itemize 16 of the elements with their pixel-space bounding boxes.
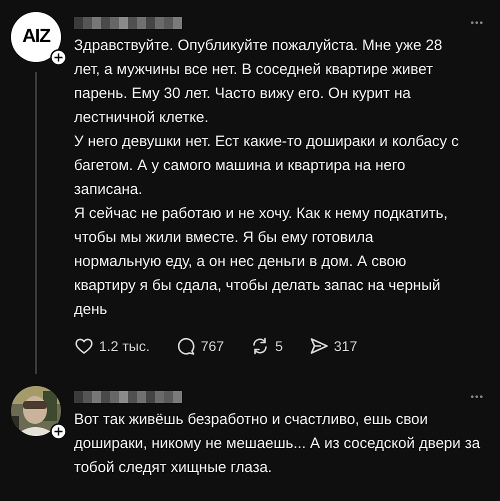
repost-button[interactable]: 5 [250, 336, 283, 356]
send-icon [308, 336, 329, 356]
more-options[interactable]: ••• [470, 18, 484, 28]
post-text: Вот так живёшь безработно и счастливо, ешь свои дошираки, никому не мешаешь... А из соседской двери за тобой следят хищные глаза. [74, 410, 482, 478]
like-button[interactable]: 1.2 тыс. [74, 336, 150, 356]
heart-icon [74, 336, 94, 356]
speech-bubble-icon [176, 336, 196, 356]
post-text: Здравствуйте. Опубликуйте пожалуйста. Мне уже 28 лет, а мужчины все нет. В соседней квартире живет парень. Ему 30 лет. Часто вижу его. Он курит на лестничной клетке. [74, 36, 444, 128]
avatar-logo[interactable]: AIZ [11, 12, 61, 62]
comment-button[interactable]: 767 [176, 336, 224, 356]
post-text: Я сейчас не работаю и не хочу. Как к нему подкатить, чтобы мы жили вместе. Я бы ему готовила нормальную еду, а он нес деньги в дом. А свою квартиру я бы сдала, чтобы делать запас на черный день [74, 204, 449, 320]
follow-plus-icon[interactable] [50, 49, 67, 66]
more-options[interactable]: ••• [470, 392, 484, 402]
share-button[interactable]: 317 [308, 336, 358, 356]
post-text: У него девушки нет. Ест какие-то дошираки и колбасу с багетом. А у самого машина и квартира на него записана. [74, 132, 460, 200]
follow-plus-icon[interactable] [50, 423, 67, 440]
